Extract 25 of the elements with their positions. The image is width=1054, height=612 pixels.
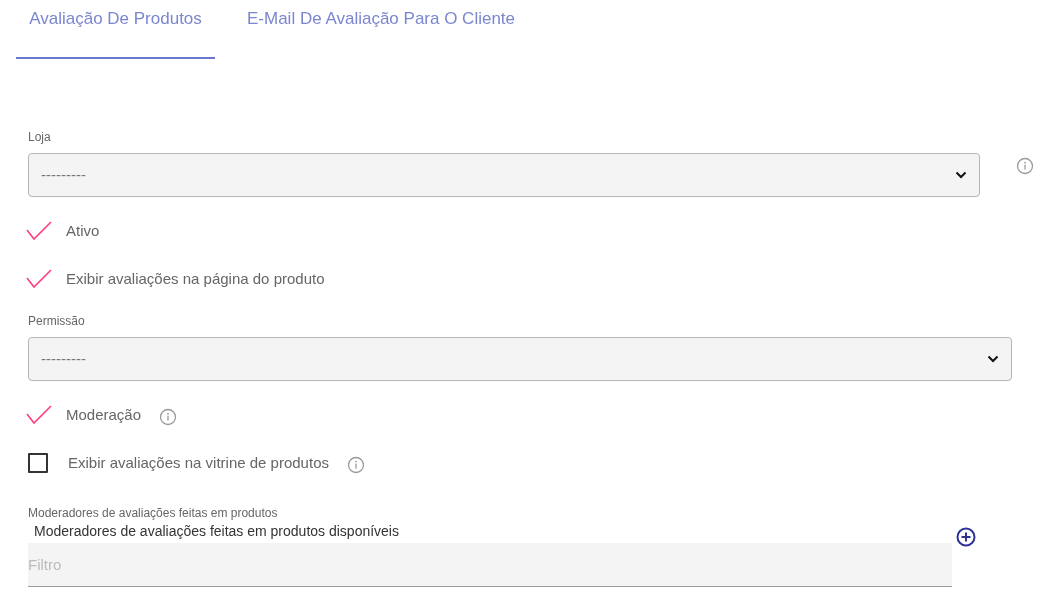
tab[interactable]: E-Mail De Avaliação Para O Cliente	[215, 0, 548, 59]
checkbox-label: Moderação	[66, 404, 142, 425]
select-field[interactable]: ---------	[28, 153, 980, 197]
select-value: ---------	[41, 348, 86, 369]
info-icon[interactable]	[1016, 157, 1034, 175]
checkbox-label: Ativo	[66, 220, 100, 241]
checkmark-icon[interactable]	[26, 221, 52, 241]
tab[interactable]: Avaliação De Produtos	[16, 0, 215, 59]
checkmark-icon[interactable]	[26, 405, 52, 425]
checkmark-icon[interactable]	[26, 269, 52, 289]
select-value: ---------	[41, 164, 86, 185]
plus-circle-icon[interactable]	[956, 527, 976, 547]
checkbox-label: Exibir avaliações na página do produto	[66, 268, 325, 289]
info-icon[interactable]	[159, 408, 178, 426]
chevron-down-icon	[987, 355, 999, 363]
checkbox-label: Exibir avaliações na vitrine de produtos	[68, 452, 329, 473]
select-field[interactable]: ---------	[28, 337, 1012, 381]
info-icon[interactable]	[347, 456, 365, 474]
list-title: Moderadores de avaliações feitas em produtos disponíveis	[33, 522, 400, 541]
field-label: Loja	[28, 129, 52, 145]
checkbox[interactable]	[28, 453, 48, 473]
filter-field[interactable]: Filtro	[28, 543, 952, 587]
chevron-down-icon	[955, 171, 967, 179]
field-label: Permissão	[28, 313, 86, 329]
field-label: Moderadores de avaliações feitas em produtos	[28, 505, 279, 521]
